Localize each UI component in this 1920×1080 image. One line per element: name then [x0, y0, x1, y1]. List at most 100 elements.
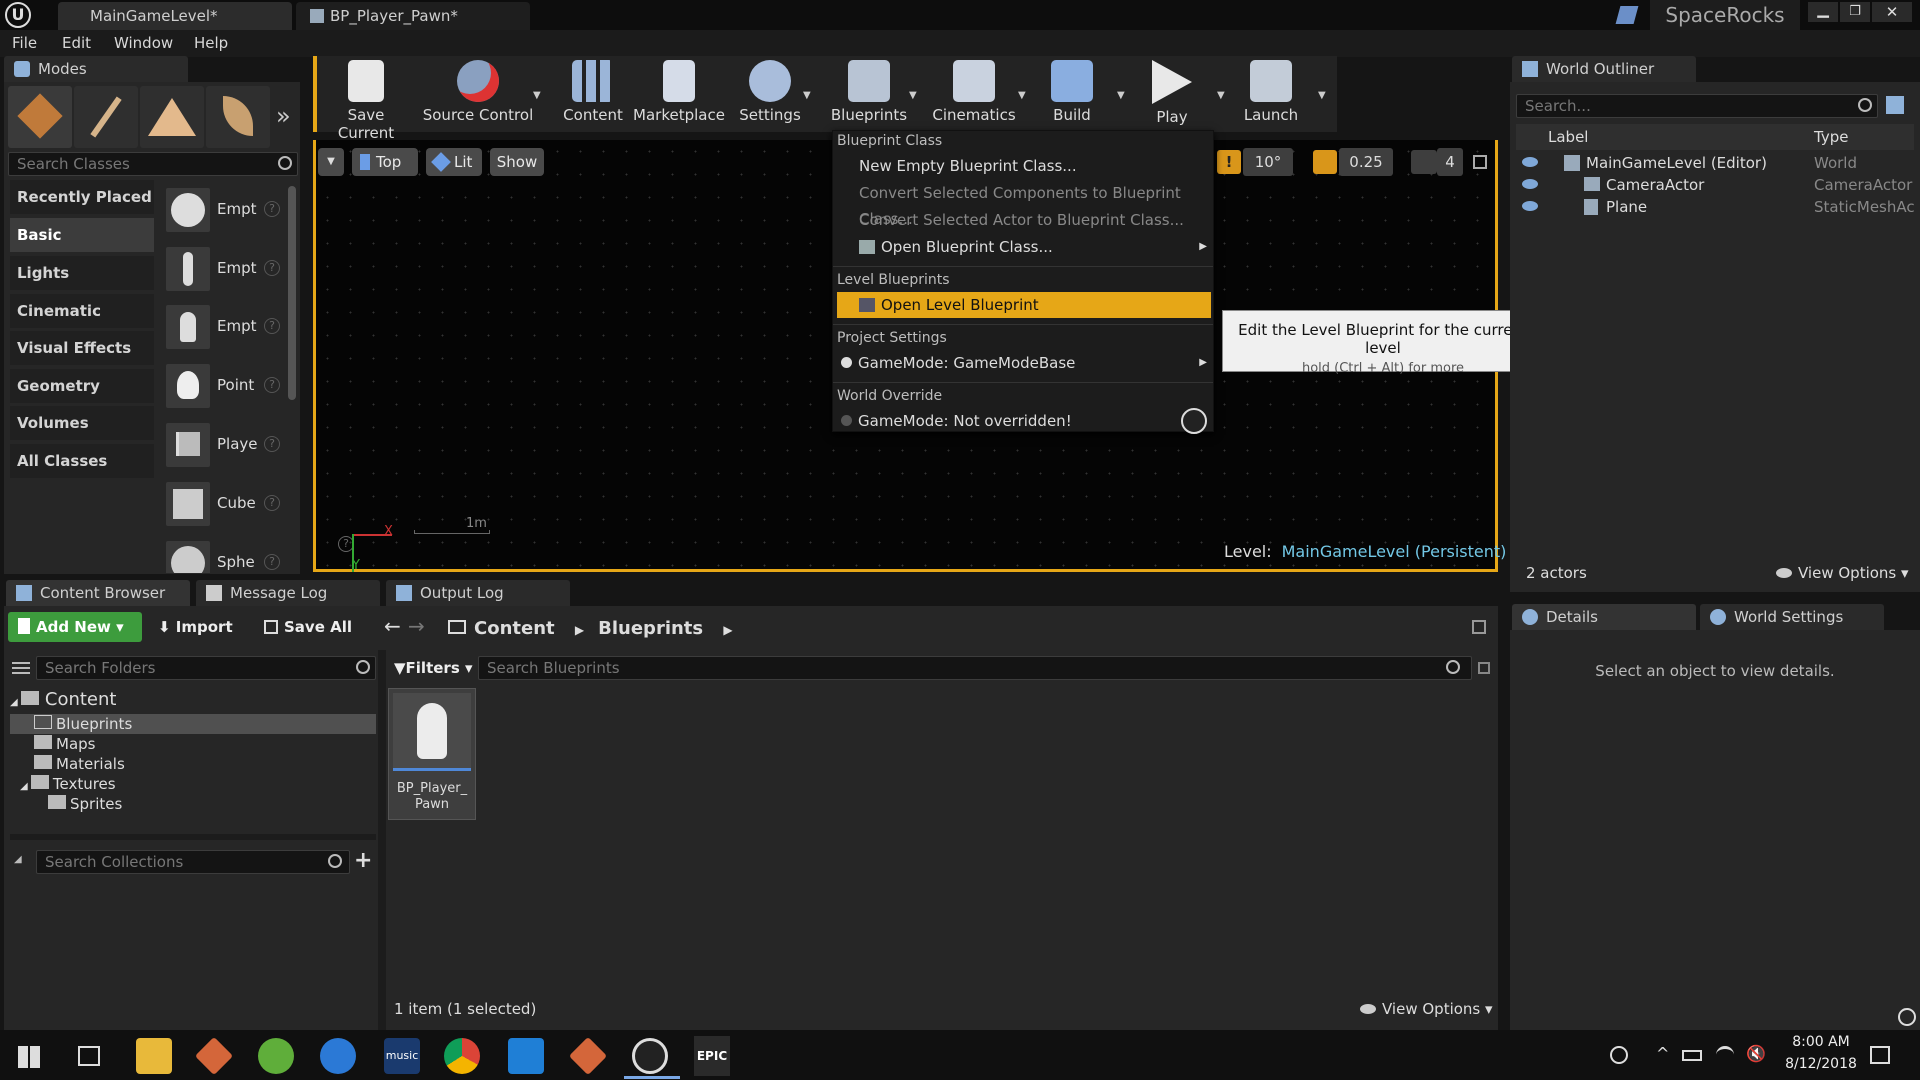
minimize-button[interactable]: ▁	[1808, 2, 1838, 22]
collapse-arrow-icon[interactable]: ◢	[20, 781, 31, 792]
forward-arrow-icon[interactable]: →	[408, 614, 425, 638]
category-recently-placed[interactable]: Recently Placed	[10, 180, 154, 214]
content-divider[interactable]	[378, 650, 386, 1030]
tray-chevron-icon[interactable]: ^	[1656, 1044, 1669, 1063]
content-button[interactable]: Content	[556, 58, 630, 130]
warning-icon[interactable]: !	[1217, 150, 1241, 174]
add-filter-icon[interactable]	[1886, 96, 1904, 114]
help-icon[interactable]: ?	[264, 495, 280, 511]
build-dropdown-icon[interactable]: ▼	[1117, 90, 1125, 101]
help-icon[interactable]: ?	[264, 377, 280, 393]
breadcrumb-separator-icon[interactable]: ▶	[723, 623, 732, 637]
unreal-logo-icon[interactable]: U	[5, 2, 31, 28]
new-empty-blueprint-item[interactable]: New Empty Blueprint Class...	[837, 153, 1211, 179]
volume-muted-icon[interactable]: 🔇	[1746, 1044, 1766, 1063]
tab-bp-player-pawn[interactable]: BP_Player_Pawn*	[296, 2, 530, 30]
category-lights[interactable]: Lights	[10, 256, 154, 290]
message-log-tab[interactable]: Message Log	[196, 580, 380, 606]
menu-help[interactable]: Help	[194, 34, 228, 52]
wifi-icon[interactable]	[1716, 1046, 1734, 1064]
outliner-row[interactable]: MainGameLevel (Editor) World	[1516, 152, 1914, 174]
action-center-icon[interactable]	[1870, 1046, 1890, 1064]
category-geometry[interactable]: Geometry	[10, 369, 154, 403]
convert-components-item[interactable]: Convert Selected Components to Blueprint…	[837, 180, 1211, 228]
outliner-row[interactable]: Plane StaticMeshActo	[1516, 196, 1914, 218]
help-icon[interactable]: ?	[264, 554, 280, 570]
landscape-mode-icon[interactable]	[140, 86, 204, 148]
vscode-icon[interactable]	[508, 1038, 544, 1074]
convert-actor-item[interactable]: Convert Selected Actor to Blueprint Clas…	[837, 207, 1211, 233]
open-blueprint-class-item[interactable]: Open Blueprint Class... ▶	[837, 234, 1211, 260]
category-cinematic[interactable]: Cinematic	[10, 294, 154, 328]
world-settings-tab[interactable]: World Settings	[1700, 604, 1884, 630]
place-item-sphere[interactable]: Sphe?	[164, 537, 284, 573]
category-basic[interactable]: Basic	[10, 218, 154, 252]
outliner-view-options[interactable]: View Options ▾	[1776, 564, 1909, 582]
filters-button[interactable]: ▼Filters ▾	[394, 656, 473, 680]
column-label[interactable]: Label	[1548, 128, 1588, 146]
notification-icon[interactable]	[1898, 1008, 1916, 1026]
marketplace-button[interactable]: Marketplace	[632, 58, 726, 130]
place-item-empty-actor[interactable]: Empt?	[164, 184, 284, 236]
sources-toggle-icon[interactable]	[12, 660, 30, 674]
search-blueprints-input[interactable]: Search Blueprints	[478, 656, 1472, 680]
clock-date[interactable]: 8/12/2018	[1776, 1056, 1866, 1072]
maximize-viewport-icon[interactable]	[1473, 155, 1487, 169]
more-modes-icon[interactable]: »	[276, 102, 291, 130]
eye-icon[interactable]	[1522, 201, 1538, 211]
source-control-button[interactable]: Source Control	[418, 58, 538, 130]
folder-sprites[interactable]: Sprites	[48, 794, 122, 814]
save-current-button[interactable]: Save Current	[318, 58, 414, 142]
cinematics-button[interactable]: Cinematics	[926, 58, 1022, 130]
blueprints-dropdown-icon[interactable]: ▼	[909, 90, 917, 101]
folder-content[interactable]: ◢ Content	[10, 690, 116, 713]
people-icon[interactable]	[1610, 1046, 1628, 1064]
battery-icon[interactable]	[1682, 1050, 1702, 1061]
outliner-row[interactable]: CameraActor CameraActor	[1516, 174, 1914, 196]
breadcrumb-content[interactable]: Content	[474, 618, 555, 639]
help-icon[interactable]: ?	[264, 260, 280, 276]
task-view-icon[interactable]	[78, 1046, 100, 1066]
save-all-button[interactable]: Save All	[264, 612, 352, 642]
modes-scrollbar[interactable]	[288, 186, 296, 400]
help-icon[interactable]: ?	[264, 436, 280, 452]
camera-speed-value[interactable]: 4	[1437, 148, 1463, 176]
details-tab[interactable]: Details	[1512, 604, 1696, 630]
show-button[interactable]: Show	[490, 148, 544, 176]
breadcrumb-separator-icon[interactable]: ▶	[575, 623, 584, 637]
play-button[interactable]: Play	[1144, 58, 1200, 130]
open-level-blueprint-item[interactable]: Open Level Blueprint	[837, 292, 1211, 318]
tab-maingamelevel[interactable]: MainGameLevel*	[58, 2, 292, 30]
chrome-icon[interactable]	[444, 1038, 480, 1074]
epic-games-launcher-icon[interactable]: EPIC	[694, 1036, 730, 1076]
breadcrumb-blueprints[interactable]: Blueprints	[598, 618, 703, 639]
place-item-empty-character[interactable]: Empt?	[164, 243, 284, 295]
angle-snap-value[interactable]: 10°	[1243, 148, 1293, 176]
place-item-point-light[interactable]: Point?	[164, 360, 284, 412]
scale-snap-icon[interactable]	[1313, 150, 1337, 174]
help-icon[interactable]: ?	[264, 201, 280, 217]
build-button[interactable]: Build	[1044, 58, 1100, 130]
scale-snap-value[interactable]: 0.25	[1339, 148, 1393, 176]
collections-toggle-icon[interactable]: ◢	[14, 854, 22, 865]
category-volumes[interactable]: Volumes	[10, 406, 154, 440]
outliner-search-input[interactable]: Search...	[1516, 94, 1878, 118]
blueprints-button[interactable]: Blueprints	[824, 58, 914, 130]
maximize-button[interactable]: ❐	[1840, 2, 1870, 22]
place-mode-icon[interactable]	[8, 86, 72, 148]
place-item-player-start[interactable]: Playe?	[164, 419, 284, 471]
content-view-options[interactable]: View Options ▾	[1360, 1000, 1493, 1018]
help-icon[interactable]: ?	[264, 318, 280, 334]
music-app-icon[interactable]: music	[384, 1038, 420, 1074]
collections-divider[interactable]	[10, 834, 376, 840]
foliage-mode-icon[interactable]	[206, 86, 270, 148]
category-all-classes[interactable]: All Classes	[10, 444, 154, 478]
search-classes-input[interactable]: Search Classes	[8, 152, 298, 176]
place-item-cube[interactable]: Cube?	[164, 478, 284, 530]
folder-blueprints[interactable]: Blueprints	[10, 714, 376, 734]
cinematics-dropdown-icon[interactable]: ▼	[1018, 90, 1026, 101]
world-gamemode-item[interactable]: GameMode: Not overridden!	[837, 408, 1211, 434]
back-arrow-icon[interactable]: ←	[384, 614, 401, 638]
start-button-icon[interactable]	[18, 1046, 40, 1068]
view-top-button[interactable]: Top	[352, 148, 418, 176]
